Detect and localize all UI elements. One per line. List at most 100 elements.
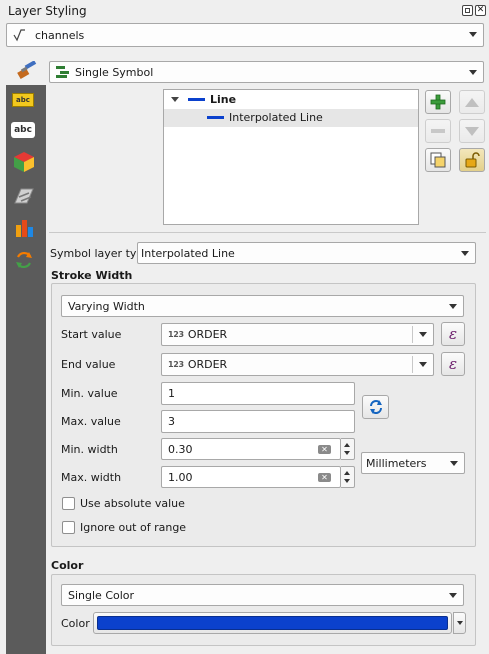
tree-row-line[interactable]: Line bbox=[164, 90, 418, 109]
collapse-arrow-icon[interactable] bbox=[171, 97, 179, 102]
symbol-layer-tree[interactable]: Line Interpolated Line bbox=[163, 89, 419, 225]
separator bbox=[49, 232, 486, 233]
clear-icon[interactable]: ✕ bbox=[318, 473, 331, 482]
spin-up-icon[interactable] bbox=[344, 471, 350, 475]
spin-up-icon[interactable] bbox=[344, 443, 350, 447]
lock-layer-color-button[interactable] bbox=[459, 148, 485, 172]
chevron-down-icon bbox=[461, 251, 469, 256]
width-mode-select[interactable]: Varying Width bbox=[61, 295, 464, 317]
move-down-button[interactable] bbox=[459, 119, 485, 143]
min-value-input[interactable]: 1 bbox=[161, 382, 355, 405]
stroke-width-heading: Stroke Width bbox=[51, 269, 133, 282]
layer-name: channels bbox=[35, 28, 85, 42]
chevron-down-icon bbox=[419, 332, 427, 337]
use-absolute-value-checkbox[interactable] bbox=[62, 497, 75, 510]
refresh-icon bbox=[369, 400, 382, 414]
chevron-down-icon bbox=[449, 593, 457, 598]
chevron-down-icon bbox=[469, 32, 477, 37]
line-layer-icon bbox=[13, 29, 25, 42]
panel-title-bar: Layer Styling ✕ bbox=[0, 0, 489, 22]
color-mode-value: Single Color bbox=[68, 588, 135, 602]
float-panel-icon[interactable] bbox=[462, 5, 473, 16]
single-symbol-icon bbox=[56, 66, 69, 78]
width-unit-value: Millimeters bbox=[366, 456, 427, 470]
max-value-text: 3 bbox=[168, 415, 175, 428]
use-absolute-value-label: Use absolute value bbox=[80, 497, 185, 510]
spin-down-icon[interactable] bbox=[344, 451, 350, 455]
tab-history[interactable] bbox=[6, 247, 46, 275]
paintbrush-icon bbox=[17, 61, 37, 79]
ignore-out-of-range-label: Ignore out of range bbox=[80, 521, 187, 534]
tab-masks[interactable]: abc bbox=[6, 117, 46, 145]
remove-symbol-layer-button[interactable] bbox=[425, 119, 451, 143]
symbol-layer-type-value: Interpolated Line bbox=[141, 246, 235, 260]
min-width-stepper[interactable] bbox=[341, 438, 355, 460]
mask-labels-icon: abc bbox=[11, 122, 35, 138]
move-up-button[interactable] bbox=[459, 90, 485, 114]
color-menu-button[interactable] bbox=[453, 612, 466, 634]
min-value-label: Min. value bbox=[61, 387, 118, 400]
numeric-field-icon: 123 bbox=[168, 330, 184, 339]
rendering-icon bbox=[14, 188, 34, 204]
end-value-field-select[interactable]: 123 ORDER bbox=[161, 353, 434, 376]
min-width-spinbox[interactable]: 0.30 ✕ bbox=[161, 438, 341, 460]
color-button[interactable] bbox=[93, 612, 452, 634]
color-mode-select[interactable]: Single Color bbox=[61, 584, 464, 606]
tree-row-interpolated-line[interactable]: Interpolated Line bbox=[164, 109, 418, 127]
triangle-down-icon bbox=[465, 126, 479, 136]
expression-icon: ε bbox=[448, 355, 458, 373]
min-value-text: 1 bbox=[168, 387, 175, 400]
labels-icon: abc bbox=[12, 93, 34, 107]
lock-open-icon bbox=[465, 152, 480, 168]
panel-title: Layer Styling bbox=[8, 4, 87, 18]
tab-diagrams[interactable] bbox=[6, 215, 46, 243]
chevron-down-icon bbox=[456, 621, 463, 625]
color-heading: Color bbox=[51, 559, 84, 572]
layer-select[interactable]: channels bbox=[6, 23, 484, 47]
cube-3d-icon bbox=[14, 152, 34, 172]
plus-icon bbox=[430, 94, 446, 110]
end-value-field: ORDER bbox=[187, 358, 228, 371]
renderer-select[interactable]: Single Symbol bbox=[49, 61, 484, 83]
close-panel-icon[interactable]: ✕ bbox=[475, 5, 486, 16]
color-label: Color bbox=[61, 617, 90, 630]
duplicate-icon bbox=[430, 152, 446, 168]
width-unit-select[interactable]: Millimeters bbox=[361, 452, 465, 474]
duplicate-layer-button[interactable] bbox=[425, 148, 451, 172]
chevron-down-icon bbox=[450, 461, 458, 466]
max-width-spinbox[interactable]: 1.00 ✕ bbox=[161, 466, 341, 488]
max-width-value: 1.00 bbox=[168, 470, 193, 484]
max-value-input[interactable]: 3 bbox=[161, 410, 355, 433]
renderer-label: Single Symbol bbox=[75, 65, 154, 79]
minus-icon bbox=[431, 129, 445, 133]
add-symbol-layer-button[interactable] bbox=[425, 90, 451, 114]
chevron-down-icon bbox=[419, 362, 427, 367]
clear-icon[interactable]: ✕ bbox=[318, 445, 331, 454]
end-value-label: End value bbox=[61, 358, 116, 371]
tab-rendering[interactable] bbox=[6, 181, 46, 209]
min-width-label: Min. width bbox=[61, 443, 118, 456]
history-icon bbox=[16, 251, 32, 269]
tab-3d-view[interactable] bbox=[6, 149, 46, 177]
numeric-field-icon: 123 bbox=[168, 360, 184, 369]
start-value-field-select[interactable]: 123 ORDER bbox=[161, 323, 434, 346]
style-tab-strip: abc abc bbox=[6, 55, 46, 654]
refresh-min-max-button[interactable] bbox=[362, 395, 389, 419]
tree-root-label: Line bbox=[210, 93, 237, 106]
end-value-expression-button[interactable]: ε bbox=[441, 352, 465, 376]
spin-down-icon[interactable] bbox=[344, 479, 350, 483]
max-width-stepper[interactable] bbox=[341, 466, 355, 488]
ignore-out-of-range-checkbox[interactable] bbox=[62, 521, 75, 534]
min-width-value: 0.30 bbox=[168, 442, 193, 456]
symbol-layer-type-select[interactable]: Interpolated Line bbox=[137, 242, 476, 264]
tab-labels[interactable]: abc bbox=[6, 87, 46, 115]
tab-symbology[interactable] bbox=[6, 55, 46, 85]
line-symbol-icon bbox=[188, 98, 205, 101]
color-swatch bbox=[97, 616, 448, 630]
chevron-down-icon bbox=[469, 70, 477, 75]
line-symbol-icon bbox=[207, 116, 224, 119]
diagram-icon bbox=[16, 220, 33, 237]
symbol-layer-type-label: Symbol layer type bbox=[50, 247, 151, 260]
start-value-expression-button[interactable]: ε bbox=[441, 322, 465, 346]
start-value-label: Start value bbox=[61, 328, 122, 341]
